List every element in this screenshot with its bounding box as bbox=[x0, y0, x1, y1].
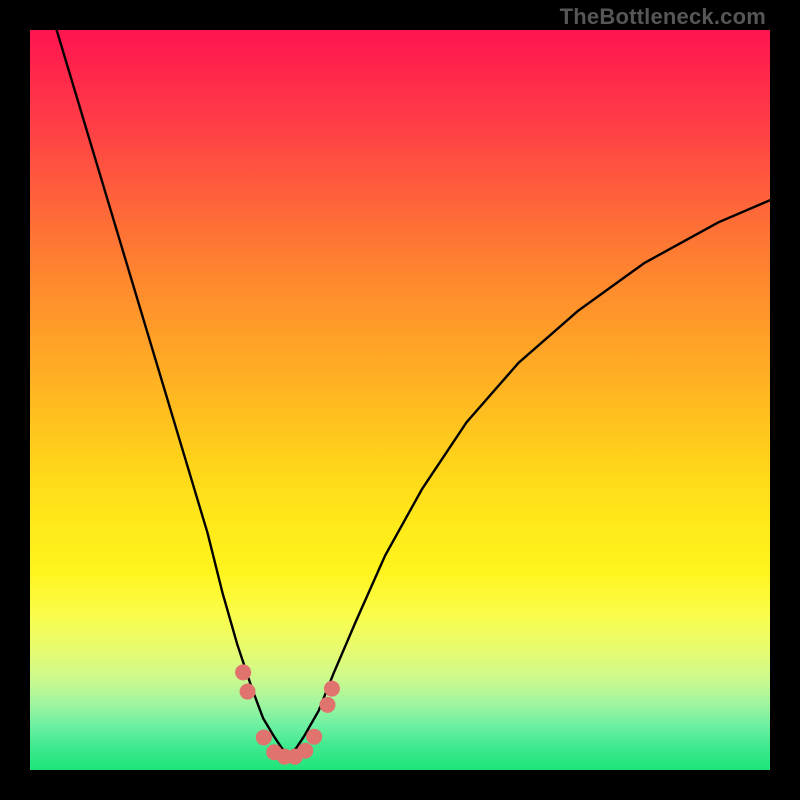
curve-marker bbox=[256, 729, 272, 745]
curve-marker bbox=[235, 664, 251, 680]
curve-marker bbox=[240, 684, 256, 700]
curve-marker bbox=[324, 681, 340, 697]
curve-marker bbox=[306, 729, 322, 745]
bottleneck-curve bbox=[52, 30, 770, 755]
curve-marker bbox=[297, 743, 313, 759]
curve-marker bbox=[319, 697, 335, 713]
curve-markers bbox=[235, 664, 340, 764]
chart-frame bbox=[30, 30, 770, 770]
chart-svg bbox=[30, 30, 770, 770]
watermark-text: TheBottleneck.com bbox=[560, 4, 766, 30]
